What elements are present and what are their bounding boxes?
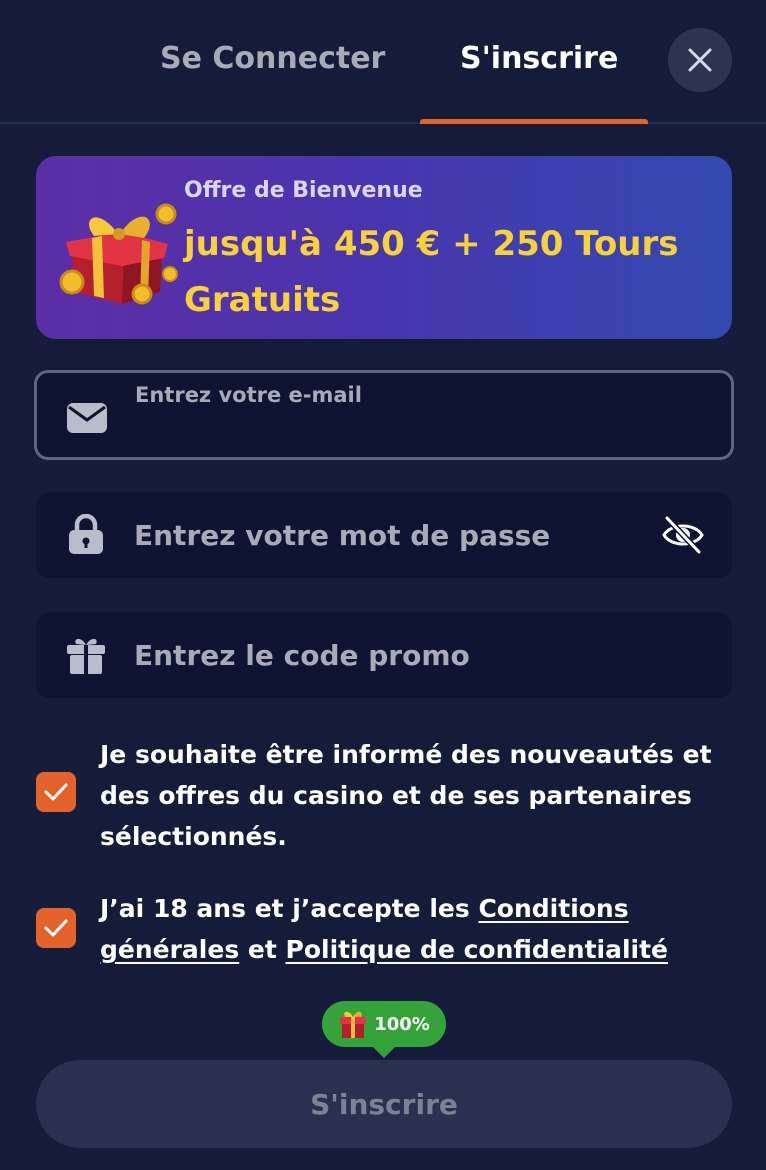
progress-badge: 100% <box>322 1001 446 1058</box>
registration-modal: Se Connecter S'inscrire Offre de Bienven… <box>0 0 766 1170</box>
envelope-icon <box>67 398 107 438</box>
email-field[interactable]: Entrez votre e-mail <box>34 370 734 460</box>
promo-code-field[interactable] <box>36 612 732 698</box>
promo-code-input[interactable] <box>134 632 654 678</box>
email-input[interactable] <box>135 417 695 453</box>
close-button[interactable] <box>668 28 732 92</box>
gift-box-coins-icon <box>59 203 178 305</box>
tab-login[interactable]: Se Connecter <box>160 36 385 82</box>
register-submit-button[interactable]: S'inscrire <box>36 1060 732 1148</box>
welcome-offer-banner: Offre de Bienvenue jusqu'à 450 € + 250 T… <box>36 156 732 339</box>
banner-title: jusqu'à 450 € + 250 Tours Gratuits <box>184 224 679 320</box>
eye-slash-icon <box>662 515 704 555</box>
tab-register[interactable]: S'inscrire <box>460 36 618 82</box>
auth-tabs: Se Connecter S'inscrire <box>0 0 766 124</box>
checkmark-icon <box>44 919 68 937</box>
terms-consent-text: J’ai 18 ans et j’accepte les Conditions … <box>100 888 726 970</box>
checkmark-icon <box>44 783 68 801</box>
banner-subtitle: Offre de Bienvenue <box>184 178 423 203</box>
terms-text-before: J’ai 18 ans et j’accepte les <box>100 894 479 923</box>
password-input[interactable] <box>134 512 654 558</box>
gift-icon <box>66 634 106 674</box>
gift-icon <box>340 1011 367 1038</box>
close-icon <box>688 48 712 72</box>
active-tab-indicator <box>420 119 648 124</box>
terms-checkbox[interactable] <box>36 908 76 948</box>
email-label: Entrez votre e-mail <box>135 383 362 407</box>
toggle-password-visibility[interactable] <box>660 512 706 558</box>
terms-text-middle: et <box>239 935 286 964</box>
progress-value: 100% <box>374 1013 430 1035</box>
password-field[interactable] <box>36 492 732 578</box>
newsletter-consent-text: Je souhaite être informé des nouveautés … <box>100 740 712 851</box>
newsletter-checkbox[interactable] <box>36 772 76 812</box>
privacy-policy-link[interactable]: Politique de confidentialité <box>286 935 668 964</box>
lock-icon <box>66 514 106 554</box>
